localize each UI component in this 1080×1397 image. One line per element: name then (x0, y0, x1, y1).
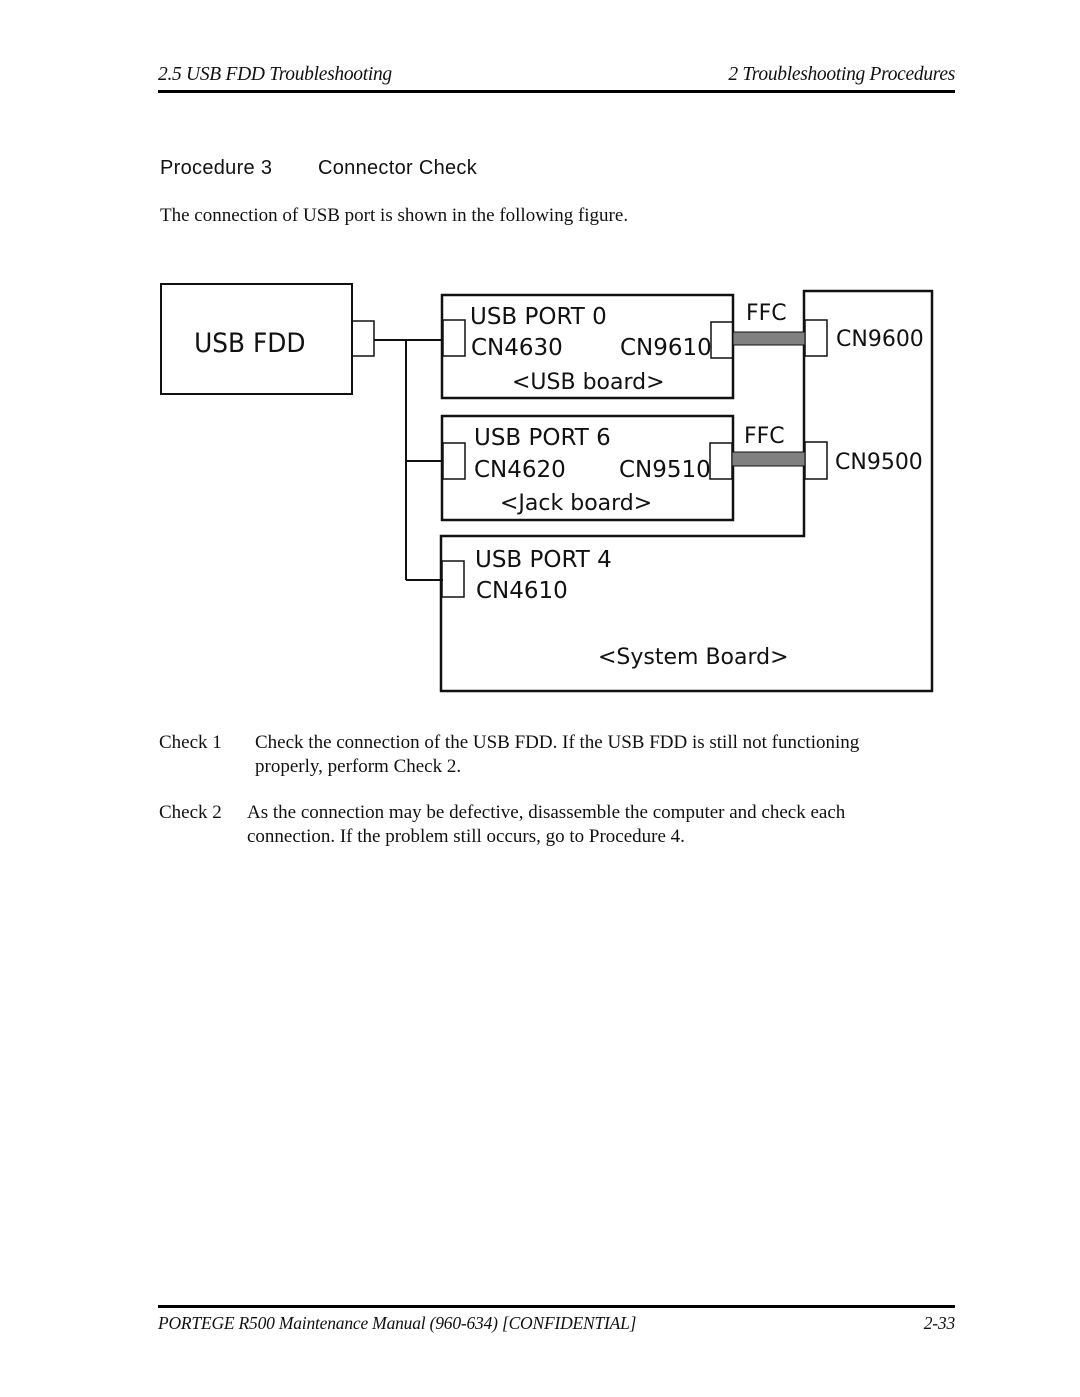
check-2-line-1: As the connection may be defective, disa… (247, 802, 846, 823)
check-1-body: Check the connection of the USB FDD. If … (255, 731, 859, 779)
ffc-cable-usb-board (732, 331, 806, 346)
jack-board-name: <Jack board> (500, 491, 652, 516)
cn9600-label: CN9600 (836, 327, 924, 352)
usb-port0-label: USB PORT 0 (470, 304, 607, 330)
cn9500-label: CN9500 (835, 450, 923, 475)
usb-port4-label: USB PORT 4 (475, 547, 612, 573)
ffc-label-usb-board: FFC (746, 301, 787, 326)
usb-fdd-connector (351, 320, 375, 357)
ffc-label-jack-board: FFC (744, 424, 785, 449)
usb-port6-label: USB PORT 6 (474, 425, 611, 451)
check-2-line-2: connection. If the problem still occurs,… (247, 826, 685, 847)
check-1-label: Check 1 (159, 732, 222, 753)
check-1-line-2: properly, perform Check 2. (255, 756, 462, 777)
footer-rule (158, 1305, 955, 1308)
cn9500-connector (804, 441, 828, 480)
check-2-label: Check 2 (159, 802, 222, 823)
cn9600-connector (804, 319, 828, 357)
cn4610-connector (441, 560, 465, 598)
check-2-body: As the connection may be defective, disa… (247, 801, 845, 849)
cn9510-label: CN9510 (619, 457, 711, 483)
cn4630-connector (442, 319, 466, 357)
cn9610-connector (710, 321, 734, 359)
cn9510-connector (709, 442, 733, 480)
cn4610-label: CN4610 (476, 578, 568, 604)
check-1-line-1: Check the connection of the USB FDD. If … (255, 732, 860, 753)
page-footer: PORTEGE R500 Maintenance Manual (960-634… (158, 1313, 955, 1337)
usb-connection-diagram: USB FDD USB PORT 0 CN4630 CN9610 <USB bo… (160, 283, 934, 693)
cn9610-label: CN9610 (620, 335, 712, 361)
cn4620-label: CN4620 (474, 457, 566, 483)
footer-manual-title: PORTEGE R500 Maintenance Manual (960-634… (158, 1313, 637, 1333)
page-number: 2-33 (923, 1313, 955, 1333)
usb-board-name: <USB board> (512, 370, 665, 395)
usb-fdd-label: USB FDD (194, 328, 305, 359)
cn4630-label: CN4630 (471, 335, 563, 361)
cn4620-connector (442, 442, 466, 480)
ffc-cable-jack-board (731, 451, 806, 467)
system-board-name: <System Board> (598, 645, 789, 670)
